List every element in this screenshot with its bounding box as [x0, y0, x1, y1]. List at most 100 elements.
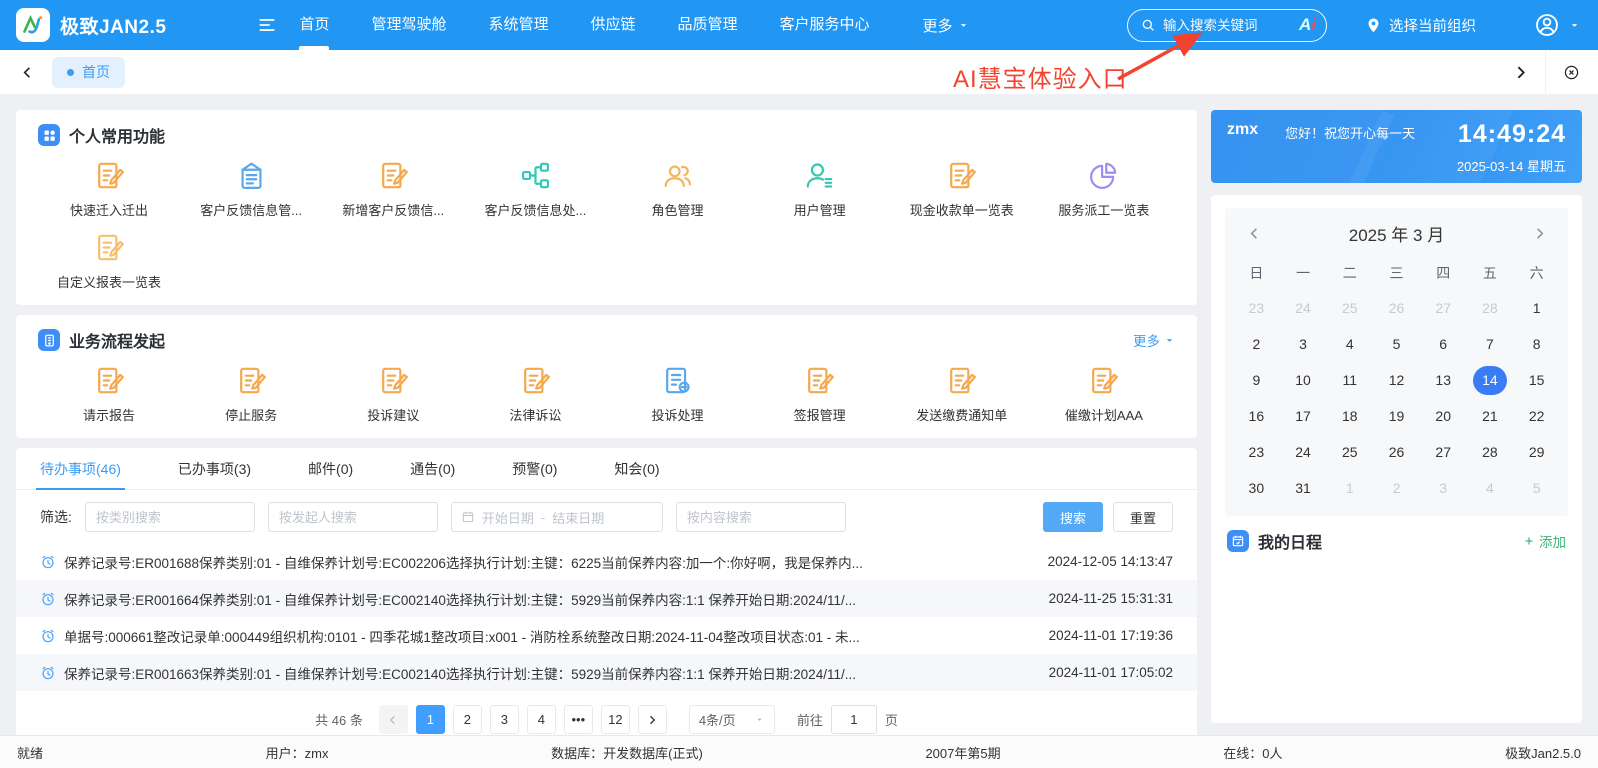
org-selector[interactable]: 选择当前组织: [1365, 15, 1476, 36]
filter-content-input[interactable]: [675, 502, 846, 532]
func-item[interactable]: 投诉处理: [607, 364, 749, 424]
global-search[interactable]: Ai: [1127, 8, 1327, 42]
calendar-day[interactable]: 23: [1233, 434, 1280, 470]
func-item[interactable]: 请示报告: [38, 364, 180, 424]
calendar-day[interactable]: 26: [1373, 434, 1420, 470]
task-tab-1[interactable]: 已办事项(3): [178, 448, 251, 489]
func-item[interactable]: 催缴计划AAA: [1033, 364, 1175, 424]
calendar-day[interactable]: 2: [1233, 326, 1280, 362]
func-item[interactable]: 自定义报表一览表: [38, 231, 180, 291]
func-item[interactable]: 投诉建议: [322, 364, 464, 424]
task-tab-0[interactable]: 待办事项(46): [36, 448, 125, 490]
next-page-button[interactable]: [637, 705, 667, 734]
filter-category-input[interactable]: [84, 502, 255, 532]
calendar-day[interactable]: 9: [1233, 362, 1280, 398]
filter-initiator-input[interactable]: [267, 502, 438, 532]
goto-page-input[interactable]: [830, 705, 877, 734]
calendar-day[interactable]: 19: [1373, 398, 1420, 434]
nav-item-4[interactable]: 品质管理: [657, 0, 759, 50]
calendar-day[interactable]: 26: [1373, 290, 1420, 326]
func-item[interactable]: 现金收款单一览表: [891, 159, 1033, 219]
calendar-day[interactable]: 25: [1326, 290, 1373, 326]
func-item[interactable]: 停止服务: [180, 364, 322, 424]
page-size-select[interactable]: 4条/页: [688, 705, 775, 734]
task-tab-4[interactable]: 预警(0): [512, 448, 557, 489]
todo-item[interactable]: 保养记录号:ER001688保养类别:01 - 自维保养计划号:EC002206…: [16, 543, 1197, 580]
calendar-day[interactable]: 31: [1280, 470, 1327, 506]
calendar-day[interactable]: 18: [1326, 398, 1373, 434]
calendar-day[interactable]: 10: [1280, 362, 1327, 398]
tab-home[interactable]: 首页: [52, 56, 125, 88]
func-item[interactable]: 服务派工一览表: [1033, 159, 1175, 219]
ai-assistant-badge[interactable]: Ai: [1299, 15, 1316, 35]
calendar-day[interactable]: 28: [1467, 290, 1514, 326]
calendar-day[interactable]: 27: [1420, 290, 1467, 326]
close-tabs-button[interactable]: [1558, 59, 1584, 85]
func-item[interactable]: 角色管理: [607, 159, 749, 219]
app-logo[interactable]: [16, 8, 50, 42]
calendar-day[interactable]: 16: [1233, 398, 1280, 434]
calendar-day[interactable]: 3: [1420, 470, 1467, 506]
calendar-day-selected[interactable]: 14: [1467, 362, 1514, 398]
calendar-day[interactable]: 5: [1373, 326, 1420, 362]
calendar-day[interactable]: 27: [1420, 434, 1467, 470]
calendar-day[interactable]: 7: [1467, 326, 1514, 362]
func-item[interactable]: 客户反馈信息处...: [464, 159, 606, 219]
nav-item-5[interactable]: 客户服务中心: [759, 0, 891, 50]
calendar-day[interactable]: 1: [1513, 290, 1560, 326]
task-tab-5[interactable]: 知会(0): [614, 448, 659, 489]
calendar-day[interactable]: 30: [1233, 470, 1280, 506]
calendar-day[interactable]: 15: [1513, 362, 1560, 398]
page-button-12[interactable]: 12: [600, 705, 630, 734]
schedule-add-button[interactable]: 添加: [1523, 531, 1566, 551]
page-button-•••[interactable]: •••: [563, 705, 593, 734]
nav-more-menu[interactable]: 更多: [905, 15, 987, 36]
func-item[interactable]: 新增客户反馈信...: [322, 159, 464, 219]
calendar-day[interactable]: 11: [1326, 362, 1373, 398]
nav-item-1[interactable]: 管理驾驶舱: [350, 0, 467, 50]
calendar-day[interactable]: 28: [1467, 434, 1514, 470]
reset-button[interactable]: 重置: [1113, 502, 1173, 532]
todo-item[interactable]: 保养记录号:ER001664保养类别:01 - 自维保养计划号:EC002140…: [16, 580, 1197, 617]
calendar-day[interactable]: 13: [1420, 362, 1467, 398]
process-more-link[interactable]: 更多: [1133, 330, 1175, 350]
filter-date-range-input[interactable]: 开始日期 - 结束日期: [450, 502, 663, 532]
calendar-day[interactable]: 4: [1326, 326, 1373, 362]
calendar-day[interactable]: 23: [1233, 290, 1280, 326]
calendar-day[interactable]: 22: [1513, 398, 1560, 434]
nav-item-2[interactable]: 系统管理: [467, 0, 569, 50]
todo-item[interactable]: 保养记录号:ER001663保养类别:01 - 自维保养计划号:EC002140…: [16, 654, 1197, 691]
calendar-prev-month-button[interactable]: [1241, 220, 1267, 246]
calendar-day[interactable]: 29: [1513, 434, 1560, 470]
task-tab-2[interactable]: 邮件(0): [308, 448, 353, 489]
func-item[interactable]: 客户反馈信息管...: [180, 159, 322, 219]
calendar-day[interactable]: 20: [1420, 398, 1467, 434]
func-item[interactable]: 用户管理: [749, 159, 891, 219]
tabs-scroll-right-button[interactable]: [1507, 59, 1533, 85]
calendar-day[interactable]: 24: [1280, 290, 1327, 326]
page-button-2[interactable]: 2: [452, 705, 482, 734]
nav-item-3[interactable]: 供应链: [569, 0, 656, 50]
tabs-scroll-left-button[interactable]: [14, 59, 40, 85]
func-item[interactable]: 快速迁入迁出: [38, 159, 180, 219]
calendar-day[interactable]: 12: [1373, 362, 1420, 398]
calendar-day[interactable]: 2: [1373, 470, 1420, 506]
func-item[interactable]: 发送缴费通知单: [891, 364, 1033, 424]
page-button-1[interactable]: 1: [415, 705, 445, 734]
page-button-4[interactable]: 4: [526, 705, 556, 734]
search-input[interactable]: [1163, 17, 1271, 33]
apps-menu-icon[interactable]: [256, 14, 278, 36]
calendar-day[interactable]: 24: [1280, 434, 1327, 470]
func-item[interactable]: 法律诉讼: [464, 364, 606, 424]
search-button[interactable]: 搜索: [1043, 502, 1103, 532]
calendar-day[interactable]: 6: [1420, 326, 1467, 362]
task-tab-3[interactable]: 通告(0): [410, 448, 455, 489]
func-item[interactable]: 签报管理: [749, 364, 891, 424]
todo-item[interactable]: 单据号:000661整改记录单:000449组织机构:0101 - 四季花城1整…: [16, 617, 1197, 654]
page-button-3[interactable]: 3: [489, 705, 519, 734]
nav-item-0[interactable]: 首页: [278, 0, 350, 50]
calendar-day[interactable]: 4: [1467, 470, 1514, 506]
calendar-next-month-button[interactable]: [1526, 220, 1552, 246]
calendar-day[interactable]: 25: [1326, 434, 1373, 470]
calendar-day[interactable]: 5: [1513, 470, 1560, 506]
